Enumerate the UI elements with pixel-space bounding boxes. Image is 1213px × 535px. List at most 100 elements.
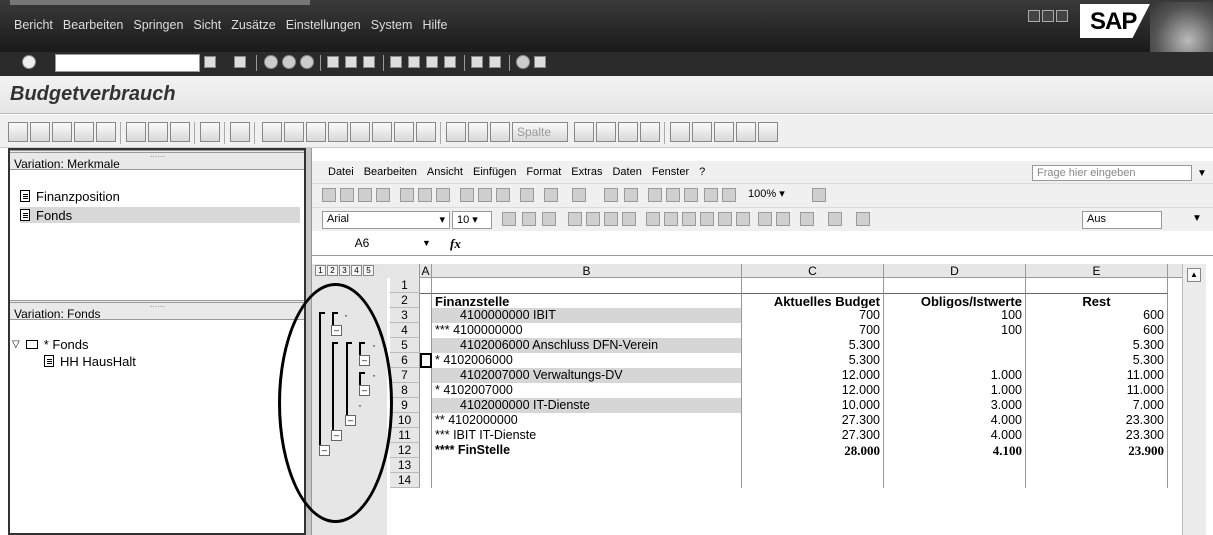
fill-color-icon[interactable] bbox=[828, 212, 842, 226]
xmenu-extras[interactable]: Extras bbox=[571, 166, 602, 178]
outline-level-3[interactable]: 3 bbox=[339, 265, 350, 276]
xmenu-help[interactable]: ? bbox=[699, 166, 705, 178]
vertical-scrollbar[interactable]: ▲ bbox=[1182, 264, 1206, 535]
outline-level-4[interactable]: 4 bbox=[351, 265, 362, 276]
row-header[interactable]: 2 bbox=[390, 293, 420, 308]
cell-c13[interactable] bbox=[742, 458, 884, 473]
increase-indent-icon[interactable] bbox=[776, 212, 790, 226]
chart-icon[interactable] bbox=[148, 122, 168, 142]
first-page-icon[interactable] bbox=[390, 56, 402, 68]
minimize-icon[interactable] bbox=[1028, 10, 1040, 22]
cell-a2[interactable] bbox=[420, 293, 432, 308]
percent-icon[interactable] bbox=[682, 212, 696, 226]
prev-page-icon[interactable] bbox=[408, 56, 420, 68]
tree-icon[interactable] bbox=[692, 122, 712, 142]
xmenu-datei[interactable]: Datei bbox=[328, 166, 354, 178]
cell-b9[interactable]: 4102000000 IT-Dienste bbox=[432, 398, 742, 413]
save-layout-icon[interactable] bbox=[372, 122, 392, 142]
last-page-icon[interactable] bbox=[444, 56, 456, 68]
cell-d4[interactable]: 100 bbox=[884, 323, 1026, 338]
cell-e13[interactable] bbox=[1026, 458, 1168, 473]
first-icon[interactable] bbox=[574, 122, 594, 142]
cell-b3[interactable]: 4100000000 IBIT bbox=[432, 308, 742, 323]
tree-item-haushalt[interactable]: HH HausHalt bbox=[44, 353, 136, 369]
copy-icon[interactable] bbox=[126, 122, 146, 142]
align-center-icon[interactable] bbox=[586, 212, 600, 226]
cut-icon[interactable] bbox=[460, 188, 474, 202]
filter-set-icon[interactable] bbox=[416, 122, 436, 142]
merge-icon[interactable] bbox=[622, 212, 636, 226]
borders-icon[interactable] bbox=[800, 212, 814, 226]
xmenu-bearbeiten[interactable]: Bearbeiten bbox=[364, 166, 417, 178]
new-icon[interactable] bbox=[322, 188, 336, 202]
cell-c14[interactable] bbox=[742, 473, 884, 488]
print-preview-icon[interactable] bbox=[350, 122, 370, 142]
cell-b6[interactable]: * 4102006000 bbox=[432, 353, 742, 368]
cell-b2[interactable]: Finanzstelle bbox=[432, 293, 742, 308]
drag-grip[interactable]: ...... bbox=[150, 149, 165, 159]
ask-question-input[interactable]: Frage hier eingeben bbox=[1032, 165, 1192, 181]
increase-decimal-icon[interactable] bbox=[718, 212, 732, 226]
drag-grip[interactable]: ...... bbox=[150, 299, 165, 309]
document-icon[interactable] bbox=[328, 122, 348, 142]
function-icon[interactable] bbox=[648, 188, 662, 202]
cell-b11[interactable]: *** IBIT IT-Dienste bbox=[432, 428, 742, 443]
chevron-down-icon[interactable]: ▼ bbox=[1197, 168, 1207, 179]
enter-check-icon[interactable] bbox=[22, 55, 36, 69]
xmenu-ansicht[interactable]: Ansicht bbox=[427, 166, 463, 178]
last-icon[interactable] bbox=[640, 122, 660, 142]
decrease-indent-icon[interactable] bbox=[758, 212, 772, 226]
cell-c11[interactable]: 27.300 bbox=[742, 428, 884, 443]
print-preview-icon[interactable] bbox=[418, 188, 432, 202]
drilldown-icon[interactable] bbox=[200, 122, 220, 142]
exit-icon[interactable] bbox=[282, 55, 296, 69]
cell-a14[interactable] bbox=[420, 473, 432, 488]
hierarchy-icon[interactable] bbox=[8, 122, 28, 142]
underline-icon[interactable] bbox=[542, 212, 556, 226]
column-header-d[interactable]: D bbox=[884, 264, 1026, 278]
row-header[interactable]: 9 bbox=[390, 398, 420, 413]
cell-b12[interactable]: **** FinStelle bbox=[432, 443, 742, 458]
row-header[interactable]: 6 bbox=[390, 353, 420, 368]
cell-c3[interactable]: 700 bbox=[742, 308, 884, 323]
new-session-icon[interactable] bbox=[471, 56, 483, 68]
row-header[interactable]: 8 bbox=[390, 383, 420, 398]
hyperlink-icon[interactable] bbox=[604, 188, 618, 202]
cell-c1[interactable] bbox=[742, 278, 884, 293]
redo-icon[interactable] bbox=[572, 188, 586, 202]
row-header[interactable]: 10 bbox=[390, 413, 420, 428]
outline-level-2[interactable]: 2 bbox=[327, 265, 338, 276]
zoom-select[interactable]: 100% ▾ bbox=[744, 186, 814, 204]
font-name-select[interactable]: Arial ▾ bbox=[322, 211, 450, 229]
align-left-icon[interactable] bbox=[568, 212, 582, 226]
spelling-icon[interactable] bbox=[436, 188, 450, 202]
cell-d8[interactable]: 1.000 bbox=[884, 383, 1026, 398]
cell-e4[interactable]: 600 bbox=[1026, 323, 1168, 338]
spalte-button[interactable]: Spalte bbox=[512, 122, 568, 142]
cell-a10[interactable] bbox=[420, 413, 432, 428]
chevron-down-icon[interactable]: ▼ bbox=[422, 238, 431, 248]
open-icon[interactable] bbox=[340, 188, 354, 202]
cell-e1[interactable] bbox=[1026, 278, 1168, 293]
menu-einstellungen[interactable]: Einstellungen bbox=[286, 18, 361, 32]
cell-d13[interactable] bbox=[884, 458, 1026, 473]
cell-c9[interactable]: 10.000 bbox=[742, 398, 884, 413]
currency-icon[interactable] bbox=[646, 212, 660, 226]
outline-level-5[interactable]: 5 bbox=[363, 265, 374, 276]
select-icon[interactable] bbox=[446, 122, 466, 142]
xmenu-einfuegen[interactable]: Einfügen bbox=[473, 166, 516, 178]
column-header-b[interactable]: B bbox=[432, 264, 742, 278]
variant-icon[interactable] bbox=[670, 122, 690, 142]
cell-c5[interactable]: 5.300 bbox=[742, 338, 884, 353]
layout-icon[interactable] bbox=[74, 122, 94, 142]
tree-item-fonds-root[interactable]: ▽ * Fonds bbox=[12, 336, 89, 352]
cell-e6[interactable]: 5.300 bbox=[1026, 353, 1168, 368]
menu-hilfe[interactable]: Hilfe bbox=[422, 18, 447, 32]
cell-e5[interactable]: 5.300 bbox=[1026, 338, 1168, 353]
collapse-icon[interactable] bbox=[52, 122, 72, 142]
cell-a8[interactable] bbox=[420, 383, 432, 398]
cell-d11[interactable]: 4.000 bbox=[884, 428, 1026, 443]
cell-a13[interactable] bbox=[420, 458, 432, 473]
row-header[interactable]: 4 bbox=[390, 323, 420, 338]
cell-a7[interactable] bbox=[420, 368, 432, 383]
